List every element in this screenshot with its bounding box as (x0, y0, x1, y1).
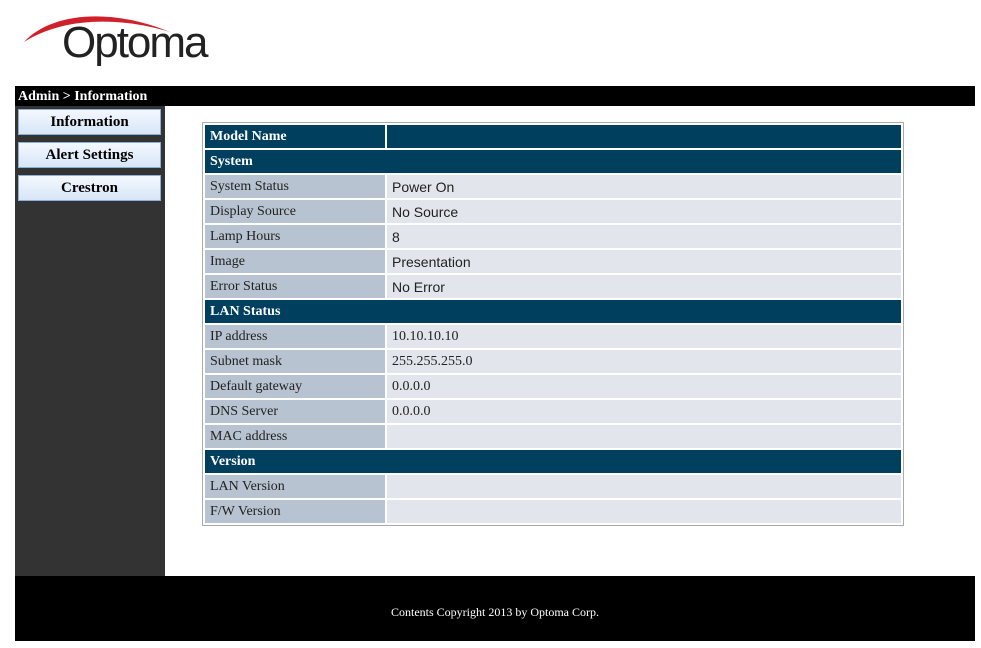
sidebar-item-information[interactable]: Information (18, 109, 161, 135)
table-row: MAC address (205, 425, 901, 448)
image-value: Presentation (387, 250, 901, 273)
fw-version-value (387, 500, 901, 523)
sidebar: Information Alert Settings Crestron (15, 106, 165, 576)
table-row: Display Source No Source (205, 200, 901, 223)
table-row: System Status Power On (205, 175, 901, 198)
error-status-label: Error Status (205, 275, 385, 298)
system-section-title: System (205, 150, 901, 173)
image-label: Image (205, 250, 385, 273)
logo-text: Optoma (62, 18, 209, 67)
table-row: Model Name (205, 125, 901, 148)
system-status-label: System Status (205, 175, 385, 198)
ip-address-label: IP address (205, 325, 385, 348)
mac-address-label: MAC address (205, 425, 385, 448)
optoma-logo: Optoma (22, 10, 212, 70)
subnet-mask-value: 255.255.255.0 (387, 350, 901, 373)
sidebar-item-crestron[interactable]: Crestron (18, 175, 161, 201)
table-row: Image Presentation (205, 250, 901, 273)
table-row: DNS Server 0.0.0.0 (205, 400, 901, 423)
table-row: Lamp Hours 8 (205, 225, 901, 248)
system-status-value: Power On (387, 175, 901, 198)
copyright-text: Contents Copyright 2013 by Optoma Corp. (391, 605, 599, 619)
dns-server-value: 0.0.0.0 (387, 400, 901, 423)
lan-version-value (387, 475, 901, 498)
subnet-mask-label: Subnet mask (205, 350, 385, 373)
mac-address-value (387, 425, 901, 448)
section-header-row: LAN Status (205, 300, 901, 323)
default-gateway-label: Default gateway (205, 375, 385, 398)
information-table: Model Name System System Status Power On… (202, 122, 904, 526)
table-row: Default gateway 0.0.0.0 (205, 375, 901, 398)
display-source-label: Display Source (205, 200, 385, 223)
table-row: IP address 10.10.10.10 (205, 325, 901, 348)
table-row: Subnet mask 255.255.255.0 (205, 350, 901, 373)
lan-section-title: LAN Status (205, 300, 901, 323)
breadcrumb-bar: Admin > Information (15, 86, 975, 106)
table-row: Error Status No Error (205, 275, 901, 298)
ip-address-value: 10.10.10.10 (387, 325, 901, 348)
dns-server-label: DNS Server (205, 400, 385, 423)
table-row: LAN Version (205, 475, 901, 498)
default-gateway-value: 0.0.0.0 (387, 375, 901, 398)
main-content: Model Name System System Status Power On… (165, 106, 975, 576)
lamp-hours-value: 8 (387, 225, 901, 248)
footer: Contents Copyright 2013 by Optoma Corp. (15, 576, 975, 641)
section-header-row: Version (205, 450, 901, 473)
model-name-value (387, 125, 901, 148)
lamp-hours-label: Lamp Hours (205, 225, 385, 248)
sidebar-item-alert-settings[interactable]: Alert Settings (18, 142, 161, 168)
breadcrumb: Admin > Information (18, 89, 148, 104)
fw-version-label: F/W Version (205, 500, 385, 523)
display-source-value: No Source (387, 200, 901, 223)
lan-version-label: LAN Version (205, 475, 385, 498)
section-header-row: System (205, 150, 901, 173)
model-name-label: Model Name (205, 125, 385, 148)
version-section-title: Version (205, 450, 901, 473)
error-status-value: No Error (387, 275, 901, 298)
table-row: F/W Version (205, 500, 901, 523)
